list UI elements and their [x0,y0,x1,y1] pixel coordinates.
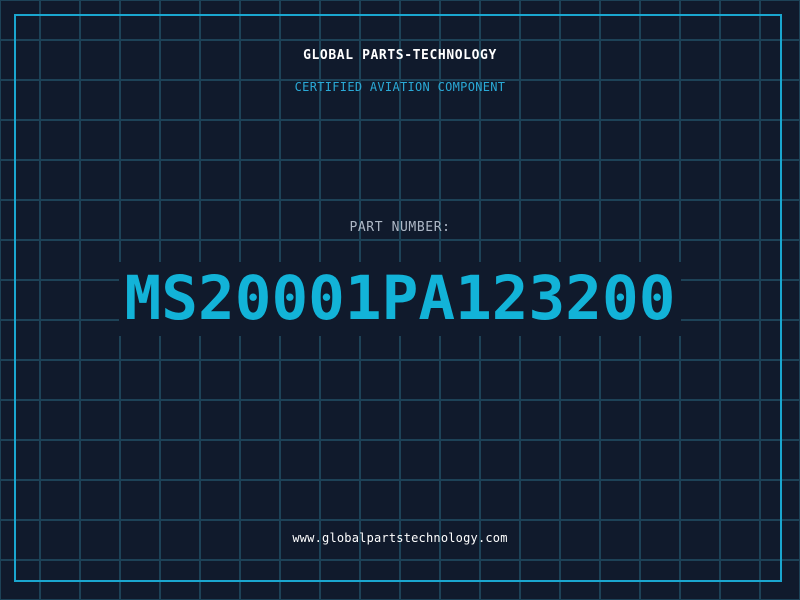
part-number-container: MS20001PA123200 [0,262,800,336]
part-number-label: PART NUMBER: [349,220,451,235]
brand-name: GLOBAL PARTS-TECHNOLOGY [303,48,497,63]
website-url: www.globalpartstechnology.com [292,531,508,545]
part-card: GLOBAL PARTS-TECHNOLOGY CERTIFIED AVIATI… [0,0,800,600]
part-number: MS20001PA123200 [118,262,682,336]
tagline: CERTIFIED AVIATION COMPONENT [294,80,506,94]
